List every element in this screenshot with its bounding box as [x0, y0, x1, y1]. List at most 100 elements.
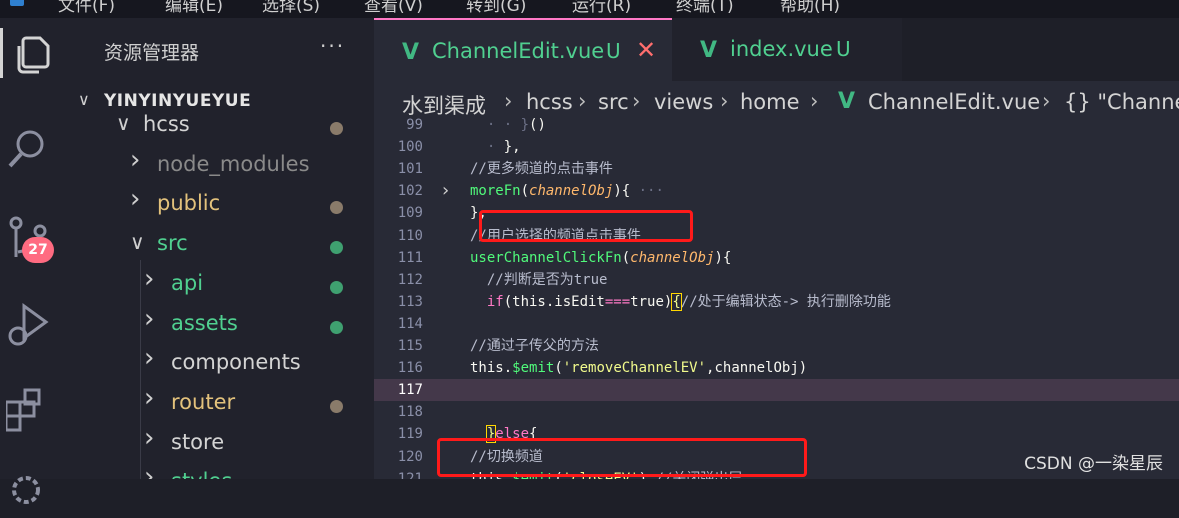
code-token: (): [529, 117, 546, 133]
code-token: ,channelObj): [706, 360, 808, 377]
tree-item-label: hcss: [143, 112, 190, 136]
tree-item-label: styles: [171, 469, 232, 479]
tab-status: U: [836, 37, 851, 61]
chevron-right-icon: ›: [130, 144, 141, 175]
breadcrumb-item[interactable]: home: [740, 90, 800, 114]
tab-bar: V ChannelEdit.vue U ✕ V index.vue U: [374, 18, 1179, 81]
line-number: 99: [406, 117, 423, 133]
chevron-right-icon: ›: [144, 303, 155, 334]
code-token: (: [520, 183, 530, 200]
code-token: {: [671, 292, 682, 311]
code-line[interactable]: 111 userChannelClickFn(channelObj){: [374, 247, 1179, 269]
explorer-sidebar: 资源管理器 ··· ∨ YINYINYUEYUE ∨ hcss › node_modu…: [68, 18, 374, 479]
chevron-right-icon: ›: [504, 89, 513, 113]
tree-item-label: store: [171, 429, 225, 454]
code-line[interactable]: 115 //通过子传父的方法: [374, 335, 1179, 357]
git-status-dot: [330, 122, 343, 135]
line-number: 102: [397, 183, 423, 200]
line-number: 113: [397, 293, 423, 310]
menu-help[interactable]: 帮助(H): [780, 0, 840, 16]
breadcrumb-item[interactable]: hcss: [526, 90, 573, 114]
explorer-title: 资源管理器: [104, 42, 200, 64]
code-line[interactable]: 118: [374, 401, 1179, 423]
code-token: (this.isEdit: [503, 293, 605, 310]
chevron-right-icon: ›: [144, 422, 155, 453]
code-line[interactable]: 99 · · }(): [374, 114, 1179, 136]
fold-chevron-icon[interactable]: ›: [442, 180, 449, 202]
line-number: 118: [397, 404, 423, 421]
files-icon[interactable]: [0, 18, 68, 78]
menu-edit[interactable]: 编辑(E): [165, 0, 223, 16]
vue-file-icon: V: [700, 38, 718, 63]
tree-item[interactable]: › public: [68, 184, 374, 223]
close-icon[interactable]: ✕: [636, 36, 656, 64]
code-token: ···: [638, 183, 664, 200]
code-text: //通过子传父的方法: [470, 335, 599, 357]
code-line[interactable]: 102 › moreFn(channelObj){ ···: [374, 180, 1179, 202]
code-line[interactable]: 112 //判断是否为true: [374, 269, 1179, 291]
search-icon[interactable]: [0, 116, 68, 176]
code-line[interactable]: 116 this.$emit('removeChannelEV',channelO…: [374, 357, 1179, 379]
line-number: 100: [397, 139, 423, 156]
run-debug-icon[interactable]: [0, 290, 68, 350]
tab-index[interactable]: V index.vue U: [672, 18, 902, 81]
code-token: channelObj: [630, 249, 715, 266]
code-line[interactable]: 117: [374, 379, 1179, 402]
code-token: moreFn: [470, 183, 521, 200]
menu-view[interactable]: 查看(V): [364, 0, 423, 16]
breadcrumb-file[interactable]: ChannelEdit.vue: [868, 90, 1040, 114]
breadcrumb-symbol[interactable]: {} "ChannelEdit.vue": [1064, 90, 1179, 114]
breadcrumb-item[interactable]: views: [654, 90, 713, 114]
code-token: ===: [604, 293, 631, 310]
breadcrumb-item[interactable]: src: [598, 90, 629, 114]
git-status-dot: [330, 399, 343, 413]
code-line[interactable]: 101 //更多频道的点击事件: [374, 158, 1179, 180]
tree-item[interactable]: › router: [68, 383, 374, 422]
code-text: //更多频道的点击事件: [470, 158, 613, 180]
code-token: userChannelClickFn: [470, 249, 622, 266]
line-number: 112: [397, 271, 423, 288]
line-number: 116: [397, 360, 423, 377]
tree-item[interactable]: ∨ src: [68, 225, 374, 263]
tree-item[interactable]: › store: [68, 422, 374, 462]
tab-label: ChannelEdit.vue: [432, 39, 605, 63]
code-token: //通过子传父的方法: [470, 338, 599, 354]
menu-go[interactable]: 转到(G): [466, 0, 526, 16]
menu-selection[interactable]: 选择(S): [262, 0, 320, 16]
line-number: 101: [397, 161, 423, 178]
menu-bar: 文件(F) 编辑(E) 选择(S) 查看(V) 转到(G) 运行(R) 终端(T…: [0, 0, 1179, 18]
tree-item-label: api: [171, 270, 204, 295]
code-line[interactable]: 114: [374, 313, 1179, 335]
highlight-box: [479, 210, 693, 242]
tree-item[interactable]: › components: [68, 343, 374, 382]
code-editor[interactable]: 99 · · }() 100 · }, 101//更多频道的点击事件 102 › more…: [374, 117, 1179, 479]
git-status-dot: [330, 241, 343, 255]
chevron-right-icon: ›: [632, 89, 641, 113]
menu-file[interactable]: 文件(F): [58, 0, 115, 16]
code-text: //判断是否为true: [470, 269, 608, 291]
menu-terminal[interactable]: 终端(T): [676, 0, 734, 16]
settings-icon[interactable]: [0, 458, 68, 518]
code-text: moreFn(channelObj){ ···: [470, 180, 664, 202]
line-number: 110: [397, 227, 423, 244]
chevron-right-icon: ›: [130, 184, 141, 215]
menu-run[interactable]: 运行(R): [572, 0, 631, 16]
tree-item[interactable]: ∨ hcss: [68, 106, 374, 144]
extensions-icon[interactable]: [0, 378, 68, 438]
code-line[interactable]: 100 · },: [374, 136, 1179, 158]
tree-item[interactable]: › assets: [68, 303, 374, 343]
tree-item[interactable]: › styles: [68, 462, 374, 479]
chevron-right-icon: ›: [1042, 89, 1051, 113]
line-number: 111: [397, 249, 423, 266]
git-status-dot: [330, 320, 343, 334]
tree-item[interactable]: › node_modules: [68, 144, 374, 184]
tree-item-label: node_modules: [157, 151, 310, 176]
git-status-dot: [330, 201, 343, 215]
code-token: 'removeChannelEV': [562, 360, 707, 377]
tree-item[interactable]: › api: [68, 264, 374, 303]
code-text: · },: [470, 136, 521, 158]
tab-channeledit[interactable]: V ChannelEdit.vue U ✕: [374, 18, 672, 81]
chevron-right-icon: ›: [720, 89, 729, 113]
more-actions-icon[interactable]: ···: [320, 34, 345, 58]
code-line[interactable]: 113 if(this.isEdit===true){//处于编辑状态-> 执行…: [374, 291, 1179, 313]
